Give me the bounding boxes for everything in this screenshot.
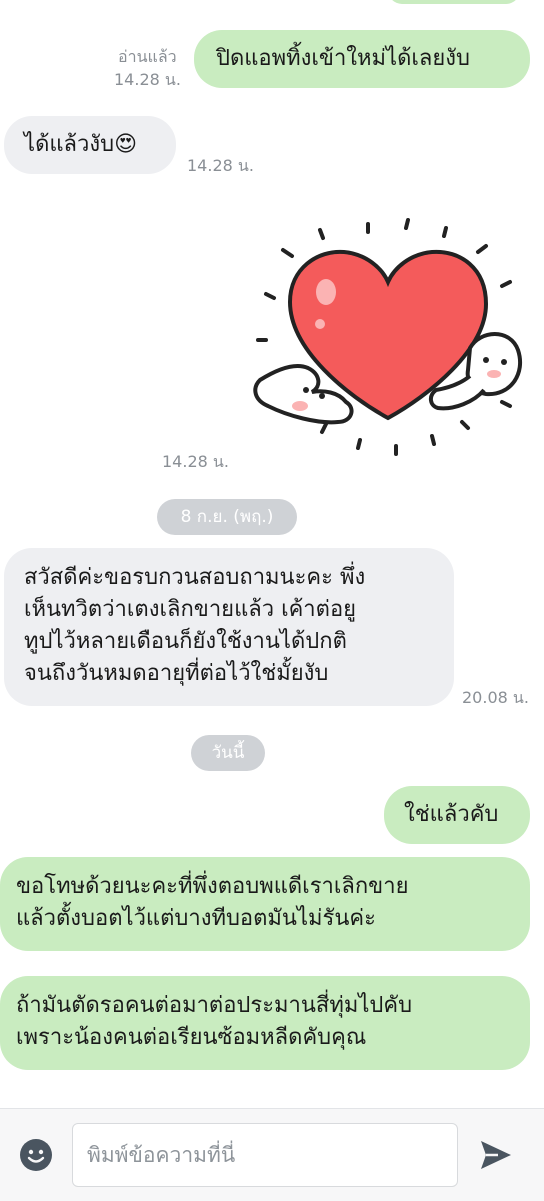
send-icon[interactable] <box>478 1137 514 1173</box>
message-time: 14.28 น. <box>114 70 181 89</box>
read-receipt: อ่านแล้ว <box>118 47 177 66</box>
outgoing-message[interactable]: ปิดแอพทิ้งเข้าใหม่ได้เลยงับ <box>194 30 530 88</box>
incoming-message[interactable]: สวัสดีค่ะขอรบกวนสอบถามนะคะ พึ่ง เห็นทวิต… <box>4 548 454 706</box>
message-text: ได้แล้วงับ <box>24 132 115 157</box>
message-line: ถ้ามันตัดรอคนต่อมาต่อประมานสี่ทุ่มไปคับ <box>16 993 413 1018</box>
message-line: ขอโทษด้วยนะคะที่พึ่งตอบพแดีเราเลิกขาย <box>16 874 409 899</box>
message-time: 20.08 น. <box>462 688 529 707</box>
message-time: 14.28 น. <box>162 452 229 471</box>
heart-hug-sticker[interactable] <box>248 210 528 470</box>
outgoing-message[interactable]: ใช่แล้วคับ <box>384 786 530 844</box>
outgoing-message[interactable]: ถ้ามันตัดรอคนต่อมาต่อประมานสี่ทุ่มไปคับ … <box>0 976 530 1070</box>
incoming-message[interactable]: ได้แล้วงับ😍 <box>4 116 176 174</box>
message-line: สวัสดีค่ะขอรบกวนสอบถามนะคะ พึ่ง <box>24 565 366 590</box>
message-line: ทูปไว้หลายเดือนก็ยังใช้งานได้ปกติ <box>24 629 347 654</box>
message-input[interactable]: พิมพ์ข้อความที่นี่ <box>72 1123 458 1187</box>
heart-eyes-emoji: 😍 <box>114 132 138 157</box>
message-line: แล้วตั้งบอตไว้แต่บางทีบอตมันไม่รันค่ะ <box>16 906 376 931</box>
heart-sticker-icon <box>253 218 522 456</box>
message-time: 14.28 น. <box>187 156 254 175</box>
message-text: ใช่แล้วคับ <box>404 802 499 827</box>
message-text: ปิดแอพทิ้งเข้าใหม่ได้เลยงับ <box>216 46 470 71</box>
smiley-icon[interactable] <box>19 1138 53 1172</box>
message-line: จนถึงวันหมดอายุที่ต่อไว้ใช่มั้ยงับ <box>24 661 329 686</box>
date-separator: วันนี้ <box>191 735 265 771</box>
message-line: เพราะน้องคนต่อเรียนซ้อมหลีดคับคุณ <box>16 1025 367 1050</box>
compose-bar: พิมพ์ข้อความที่นี่ <box>0 1108 544 1201</box>
outgoing-message[interactable]: ขอโทษด้วยนะคะที่พึ่งตอบพแดีเราเลิกขาย แล… <box>0 857 530 951</box>
previous-message-bubble-edge <box>388 0 520 4</box>
message-line: เห็นทวิตว่าเตงเลิกขายแล้ว เค้าต่อยู <box>24 597 357 622</box>
date-separator: 8 ก.ย. (พฤ.) <box>157 499 297 535</box>
